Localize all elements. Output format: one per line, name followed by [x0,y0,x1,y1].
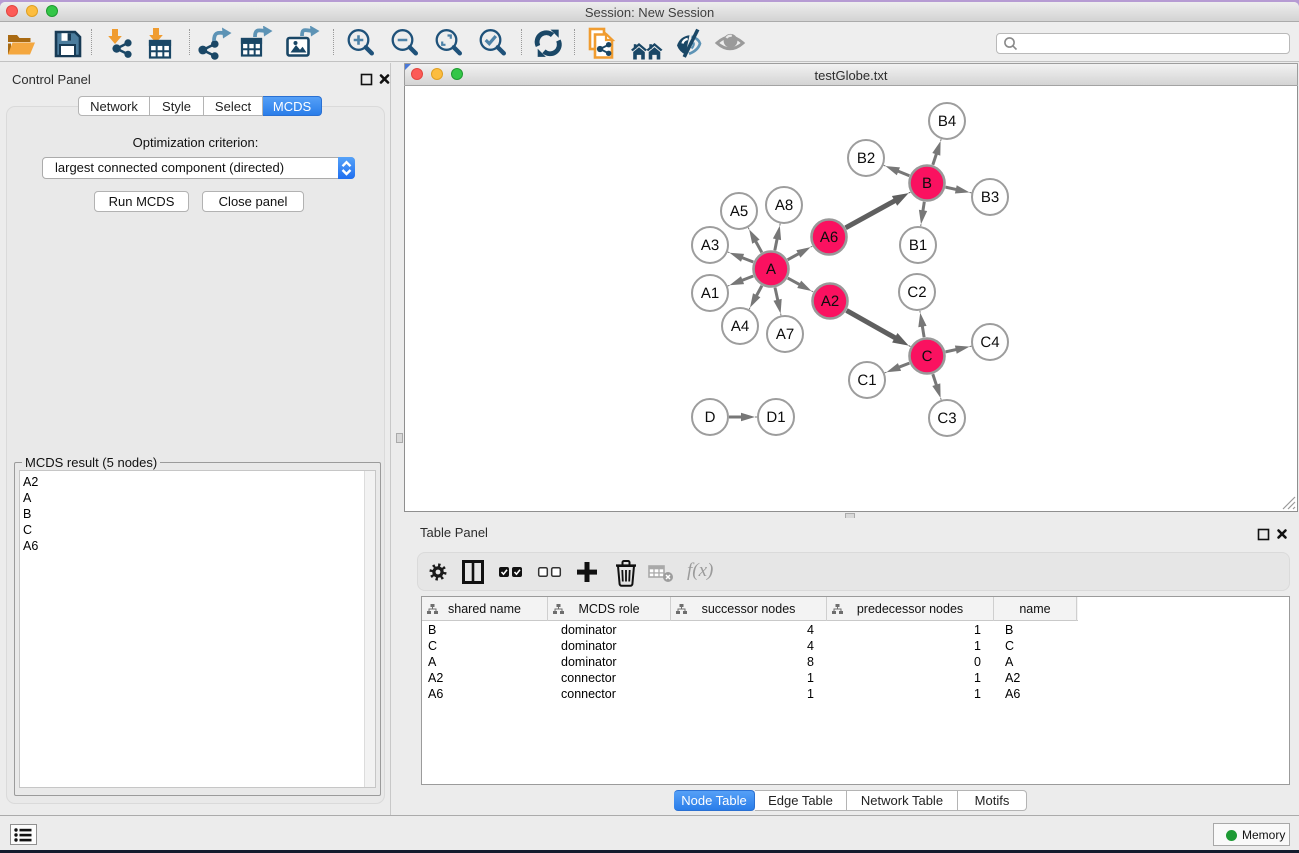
svg-text:A7: A7 [776,326,794,343]
svg-text:B: B [922,175,932,192]
svg-text:B4: B4 [938,113,956,130]
svg-text:A: A [766,261,776,278]
svg-text:A8: A8 [775,197,793,214]
svg-text:A5: A5 [730,203,748,220]
svg-text:A2: A2 [821,293,839,310]
svg-text:C1: C1 [857,372,876,389]
svg-text:D: D [705,409,716,426]
svg-text:A4: A4 [731,318,749,335]
svg-text:C3: C3 [937,410,956,427]
svg-text:A3: A3 [701,237,719,254]
svg-text:C: C [922,348,933,365]
svg-text:C2: C2 [907,284,926,301]
svg-text:B3: B3 [981,189,999,206]
svg-text:B2: B2 [857,150,875,167]
svg-text:A1: A1 [701,285,719,302]
svg-text:C4: C4 [980,334,999,351]
svg-text:B1: B1 [909,237,927,254]
svg-text:D1: D1 [766,409,785,426]
svg-text:A6: A6 [820,229,838,246]
